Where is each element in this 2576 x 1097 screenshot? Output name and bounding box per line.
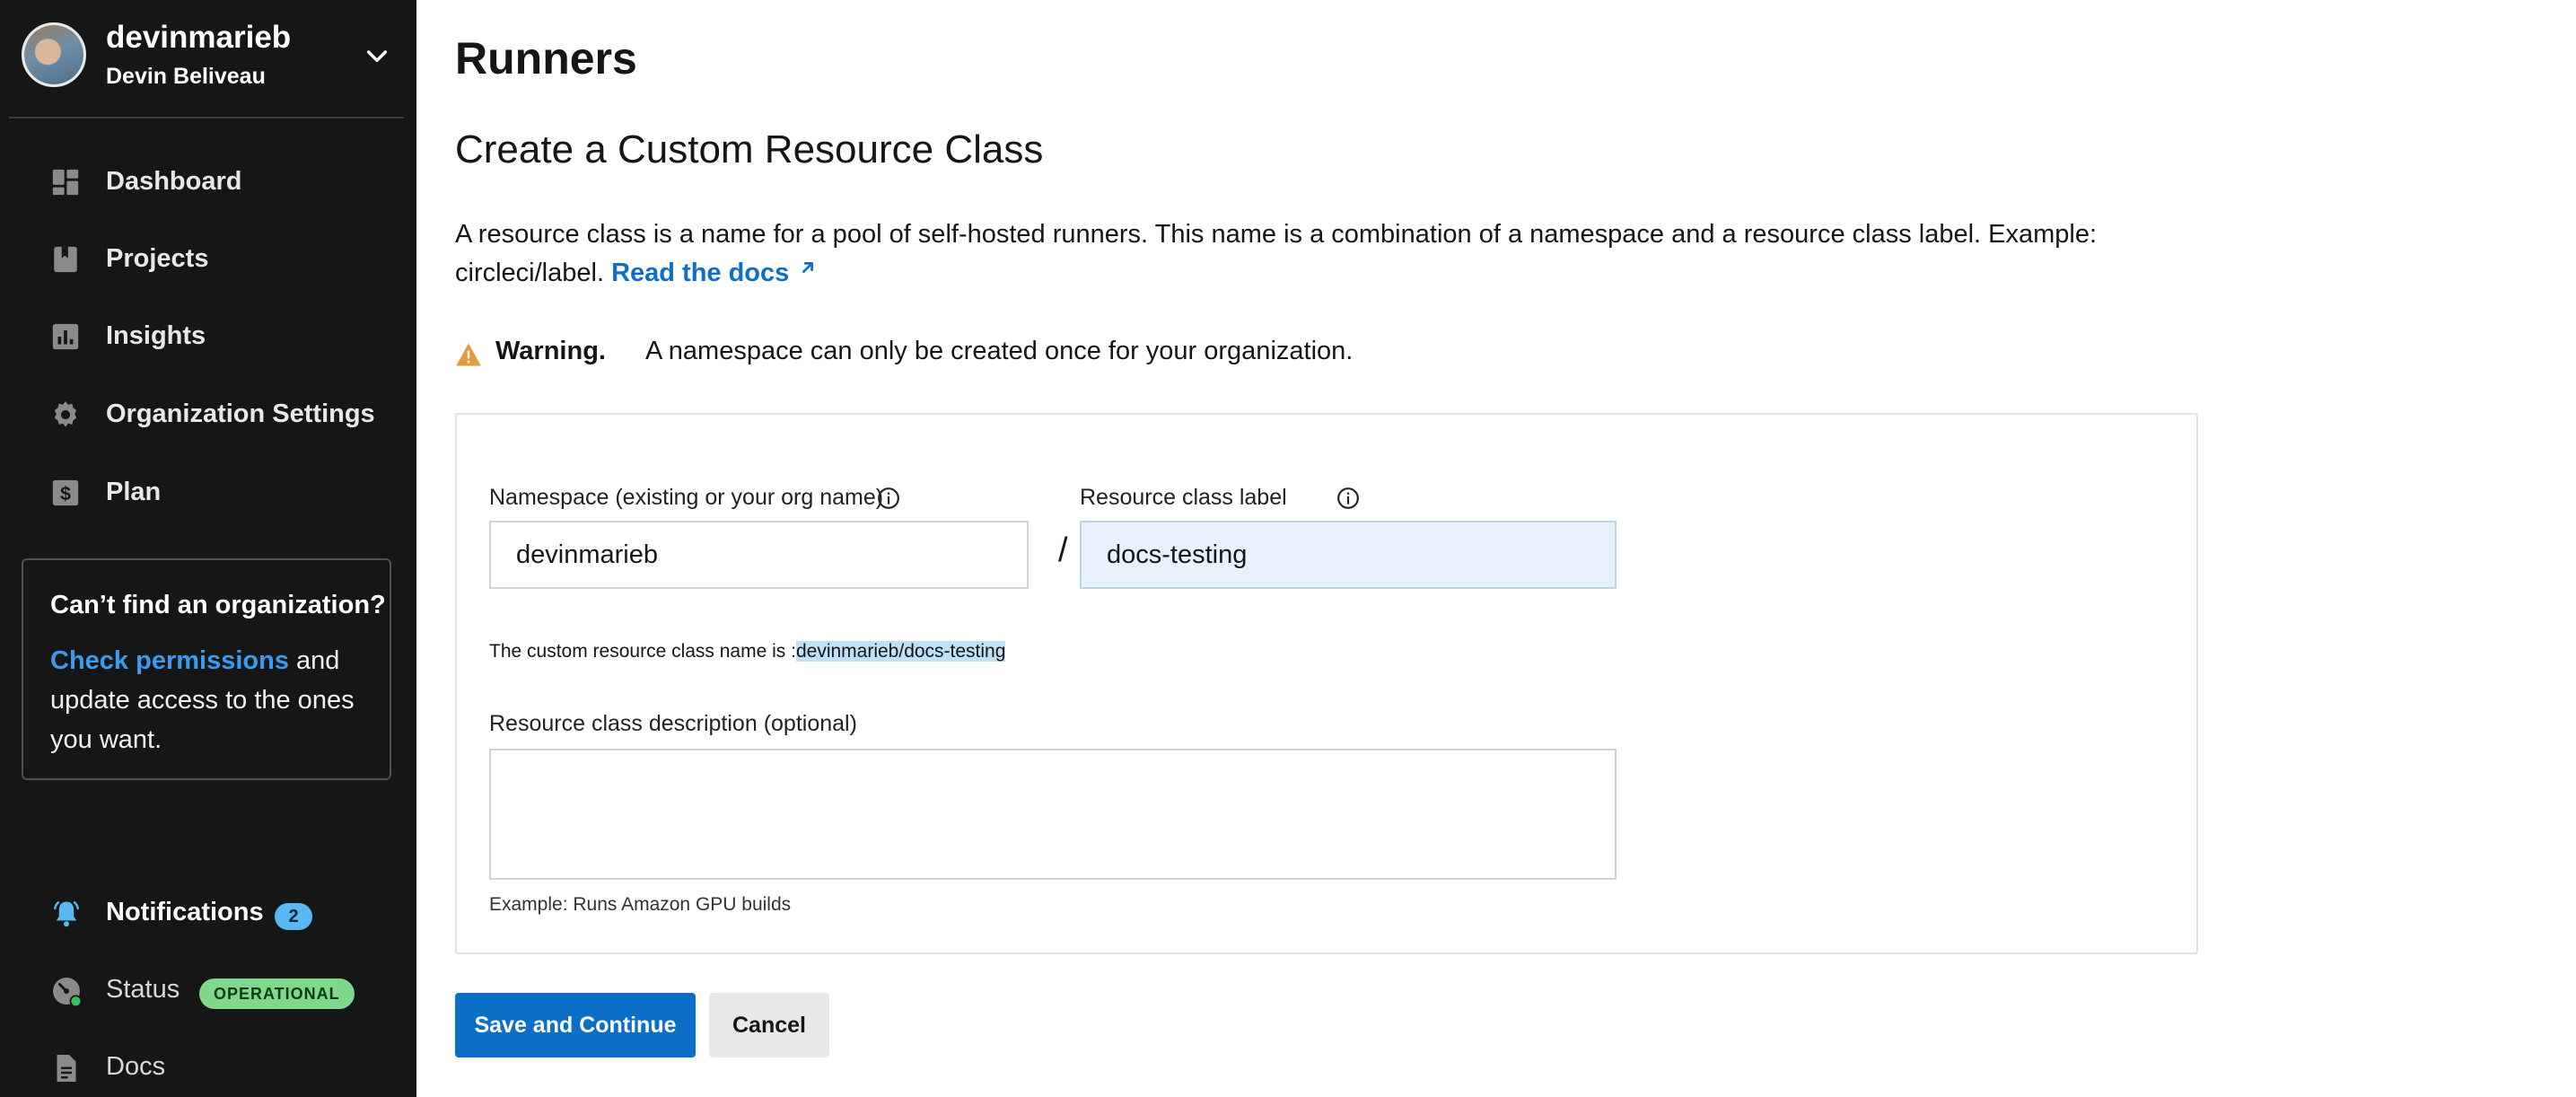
separator-slash: / [1058,531,1068,569]
description-label: Resource class description (optional) [489,711,857,736]
notifications-label: Notifications [106,898,264,926]
description-example: Example: Runs Amazon GPU builds [489,894,792,915]
insights-icon [52,323,79,350]
info-icon[interactable] [1336,487,1360,510]
notifications-count-badge: 2 [275,903,312,930]
gear-icon [54,401,77,427]
resolved-name-hint: The custom resource class name is :devin… [489,641,1006,663]
resource-class-label-input[interactable] [1080,521,1617,589]
nav-item-dashboard[interactable]: Dashboard [0,154,416,208]
status-gauge-icon [53,978,83,1007]
nav-label-organization-settings: Organization Settings [106,399,375,428]
nav-label-projects: Projects [106,244,209,273]
user-name: Devin Beliveau [106,64,266,89]
org-switcher[interactable]: devinmarieb Devin Beliveau [0,0,416,118]
avatar [22,22,86,87]
status-label: Status [106,975,180,1004]
help-box: Can’t find an organization? Check permis… [22,558,391,780]
org-name: devinmarieb [106,20,292,55]
sidebar-item-docs[interactable]: Docs [0,1041,416,1095]
namespace-input[interactable] [489,521,1029,589]
nav-label-dashboard: Dashboard [106,167,242,196]
resolved-name-value: devinmarieb/docs-testing [795,641,1006,662]
docs-label: Docs [106,1052,166,1081]
cancel-button[interactable]: Cancel [709,993,829,1058]
sidebar: devinmarieb Devin Beliveau Dashboard Pro… [0,0,416,1097]
svg-text:$: $ [60,483,71,505]
nav-item-insights[interactable]: Insights [0,309,416,363]
bell-icon [54,901,79,927]
help-text: Check permissions and update access to t… [50,641,373,759]
main-content: Runners Create a Custom Resource Class A… [416,0,2576,1097]
dashboard-icon [52,169,79,196]
sidebar-item-notifications[interactable]: Notifications 2 [0,887,416,941]
check-permissions-link[interactable]: Check permissions [50,646,289,675]
section-title: Create a Custom Resource Class [455,127,1044,171]
status-badge: OPERATIONAL [199,979,355,1009]
description: A resource class is a name for a pool of… [455,215,2160,293]
warning-title: Warning. [495,337,606,365]
resolved-name-prefix: The custom resource class name is : [489,641,796,662]
chevron-down-icon[interactable] [363,41,391,70]
resource-class-label-label: Resource class label [1080,485,1287,510]
read-the-docs-link[interactable]: Read the docs [611,259,789,287]
resource-class-form: Namespace (existing or your org name) / … [455,413,2198,954]
save-and-continue-button[interactable]: Save and Continue [455,993,696,1058]
dollar-icon: $ [52,479,79,506]
warning-text: A namespace can only be created once for… [645,337,1354,365]
nav-label-insights: Insights [106,321,206,350]
page-title: Runners [455,33,637,83]
help-title: Can’t find an organization? [50,591,386,619]
warning-icon [456,343,481,366]
nav-item-plan[interactable]: $ Plan [0,465,416,519]
external-link-icon[interactable] [798,258,818,277]
document-icon [57,1055,76,1082]
projects-icon [54,246,77,273]
sidebar-item-status[interactable]: Status OPERATIONAL [0,964,416,1018]
sidebar-divider [9,117,404,118]
namespace-label: Namespace (existing or your org name) [489,485,884,510]
nav-item-projects[interactable]: Projects [0,232,416,285]
description-textarea[interactable] [489,749,1617,880]
info-icon[interactable] [877,487,900,510]
nav-item-organization-settings[interactable]: Organization Settings [0,387,416,441]
nav-label-plan: Plan [106,478,162,506]
